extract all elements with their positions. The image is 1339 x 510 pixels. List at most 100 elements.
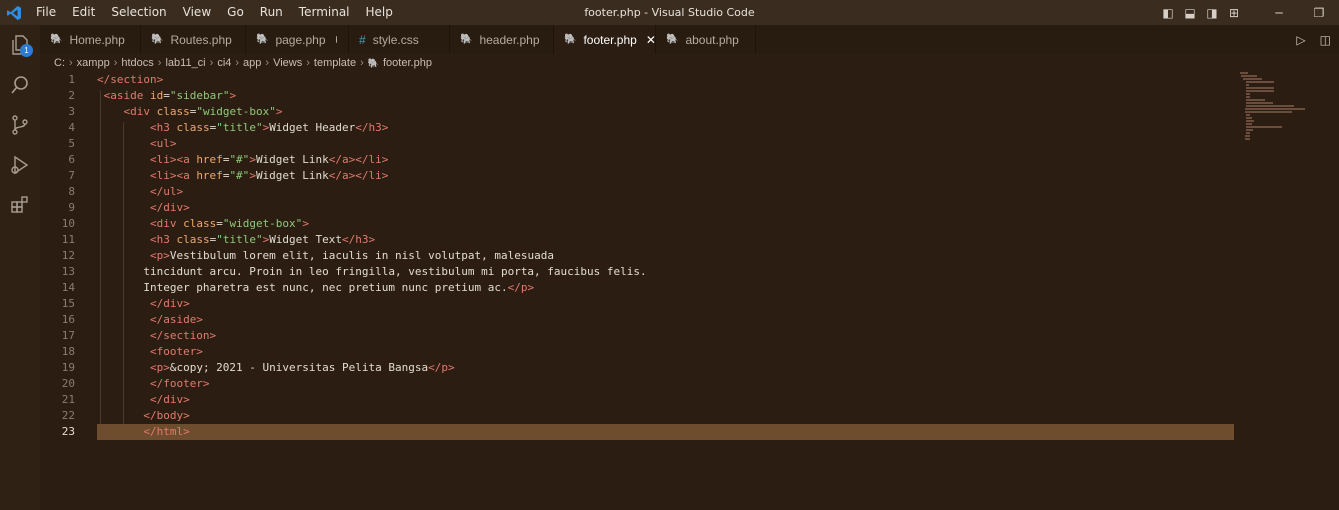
tab-home-php[interactable]: 🐘 Home.php	[40, 25, 141, 54]
menu-file[interactable]: File	[28, 0, 64, 25]
code-token: "#"	[229, 153, 250, 166]
code-token: Widget Text	[269, 233, 343, 246]
tab-about-php[interactable]: 🐘 about.php	[656, 25, 756, 54]
toggle-sidebar-icon[interactable]: ◧	[1157, 6, 1179, 20]
minimize-icon[interactable]: ─	[1259, 6, 1299, 20]
breadcrumb-item[interactable]: ci4	[217, 57, 231, 69]
code-token: "#"	[229, 169, 250, 182]
restore-icon[interactable]: ❐	[1299, 6, 1339, 20]
minimap-line	[1245, 120, 1254, 122]
tab-routes-php[interactable]: 🐘 Routes.php	[141, 25, 246, 54]
code-token: class	[183, 217, 217, 230]
php-elephant-icon: 🐘	[151, 34, 164, 45]
code-line[interactable]: 17 </section>	[40, 328, 1234, 344]
line-number: 10	[61, 217, 75, 230]
vscode-logo-icon[interactable]	[0, 5, 28, 21]
run-debug-icon[interactable]	[0, 145, 40, 185]
extensions-icon[interactable]	[0, 185, 40, 225]
code-token: </div>	[149, 393, 190, 406]
breadcrumb-item[interactable]: template	[314, 57, 356, 69]
explorer-icon[interactable]: 1	[0, 25, 40, 65]
code-line[interactable]: 8 </ul>	[40, 184, 1234, 200]
tab-page-php[interactable]: 🐘 page.php	[246, 25, 349, 54]
tab-style-css[interactable]: # style.css	[349, 25, 450, 54]
source-control-icon[interactable]	[0, 105, 40, 145]
code-token: </div>	[149, 201, 190, 214]
code-token: </p>	[507, 281, 535, 294]
code-line[interactable]: 10 <div class="widget-box">	[40, 216, 1234, 232]
php-elephant-icon: 🐘	[367, 57, 379, 68]
code-line[interactable]: 6 <li><a href="#">Widget Link</a></li>	[40, 152, 1234, 168]
code-token: </footer>	[149, 377, 210, 390]
customize-layout-icon[interactable]: ⊞	[1223, 6, 1245, 20]
run-icon[interactable]: ▷	[1296, 33, 1305, 47]
menu-edit[interactable]: Edit	[64, 0, 103, 25]
php-elephant-icon: 🐘	[460, 34, 473, 45]
minimap-line	[1245, 96, 1251, 98]
code-line[interactable]: 12 <p>Vestibulum lorem elit, iaculis in n…	[40, 248, 1234, 264]
code-line[interactable]: 22 </body>	[40, 408, 1234, 424]
tab-header-php[interactable]: 🐘 header.php	[450, 25, 554, 54]
breadcrumb-item[interactable]: xampp	[77, 57, 110, 69]
code-line[interactable]: 2 <aside id="sidebar">	[40, 88, 1234, 104]
code-token: "title"	[216, 233, 263, 246]
menu-run[interactable]: Run	[252, 0, 291, 25]
tab-label: footer.php	[583, 32, 637, 47]
minimap-line	[1245, 93, 1250, 95]
code-token: href	[196, 153, 223, 166]
code-line[interactable]: 1 </section>	[40, 72, 1234, 88]
breadcrumb-item[interactable]: lab11_ci	[165, 57, 205, 69]
breadcrumb-item[interactable]: Views	[273, 57, 302, 69]
breadcrumb-item[interactable]: footer.php	[383, 57, 432, 69]
line-number: 4	[68, 121, 75, 134]
code-line[interactable]: 18 <footer>	[40, 344, 1234, 360]
code-line[interactable]: 15 </div>	[40, 296, 1234, 312]
code-line[interactable]: 7 <li><a href="#">Widget Link</a></li>	[40, 168, 1234, 184]
breadcrumb-item[interactable]: app	[243, 57, 261, 69]
tab-label: page.php	[275, 32, 326, 47]
code-line[interactable]: 23 </html>	[62, 424, 1234, 440]
code-token: <h3	[149, 121, 177, 134]
chevron-right-icon: ›	[113, 57, 118, 69]
toggle-panel-icon[interactable]: ⬓	[1179, 6, 1201, 20]
toggle-secondary-sidebar-icon[interactable]: ◨	[1201, 6, 1223, 20]
menu-selection[interactable]: Selection	[103, 0, 174, 25]
menu-terminal[interactable]: Terminal	[291, 0, 358, 25]
code-line[interactable]: 5 <ul>	[40, 136, 1234, 152]
breadcrumb-item[interactable]: htdocs	[121, 57, 153, 69]
code-token: =	[216, 217, 223, 230]
split-editor-icon[interactable]: ◫	[1320, 33, 1331, 47]
breadcrumb-item[interactable]: C:	[54, 57, 65, 69]
code-text: Integer pharetra est nunc, nec pretium n…	[143, 280, 534, 296]
code-token: class	[156, 105, 190, 118]
tab-label: Home.php	[69, 32, 125, 47]
close-icon[interactable]: ✕	[646, 33, 656, 47]
php-elephant-icon: 🐘	[666, 34, 679, 45]
code-text: </div>	[150, 200, 190, 216]
code-line[interactable]: 9 </div>	[40, 200, 1234, 216]
search-icon[interactable]	[0, 65, 40, 105]
menu-help[interactable]: Help	[358, 0, 401, 25]
code-line[interactable]: 3 <div class="widget-box">	[40, 104, 1234, 120]
code-line[interactable]: 13 tincidunt arcu. Proin in leo fringilla…	[40, 264, 1234, 280]
code-line[interactable]: 19 <p>&copy; 2021 - Universitas Pelita Ba…	[40, 360, 1234, 376]
code-line[interactable]: 21 </div>	[40, 392, 1234, 408]
code-token: >	[156, 73, 164, 86]
menu-go[interactable]: Go	[219, 0, 252, 25]
code-line[interactable]: 11 <h3 class="title">Widget Text</h3>	[40, 232, 1234, 248]
minimap-line	[1245, 84, 1249, 86]
minimap[interactable]	[1240, 72, 1310, 140]
code-editor[interactable]: 1 </section> 2 <aside id="sidebar"> 3 <div cl…	[40, 72, 1234, 510]
code-line[interactable]: 20 </footer>	[40, 376, 1234, 392]
tab-label: style.css	[372, 32, 419, 47]
code-line[interactable]: 16 </aside>	[40, 312, 1234, 328]
menu-view[interactable]: View	[175, 0, 219, 25]
code-text: </section>	[150, 328, 216, 344]
breadcrumb: C: › xampp › htdocs › lab11_ci › ci4 › app › Views › t…	[40, 54, 1339, 72]
code-line[interactable]: 14 Integer pharetra est nunc, nec pretium…	[40, 280, 1234, 296]
code-line[interactable]: 4 <h3 class="title">Widget Header</h3>	[40, 120, 1234, 136]
tab-footer-php[interactable]: 🐘 footer.php ✕	[554, 25, 656, 54]
tab-label: about.php	[685, 32, 739, 47]
line-number: 21	[61, 393, 75, 406]
code-token: </	[97, 73, 111, 86]
